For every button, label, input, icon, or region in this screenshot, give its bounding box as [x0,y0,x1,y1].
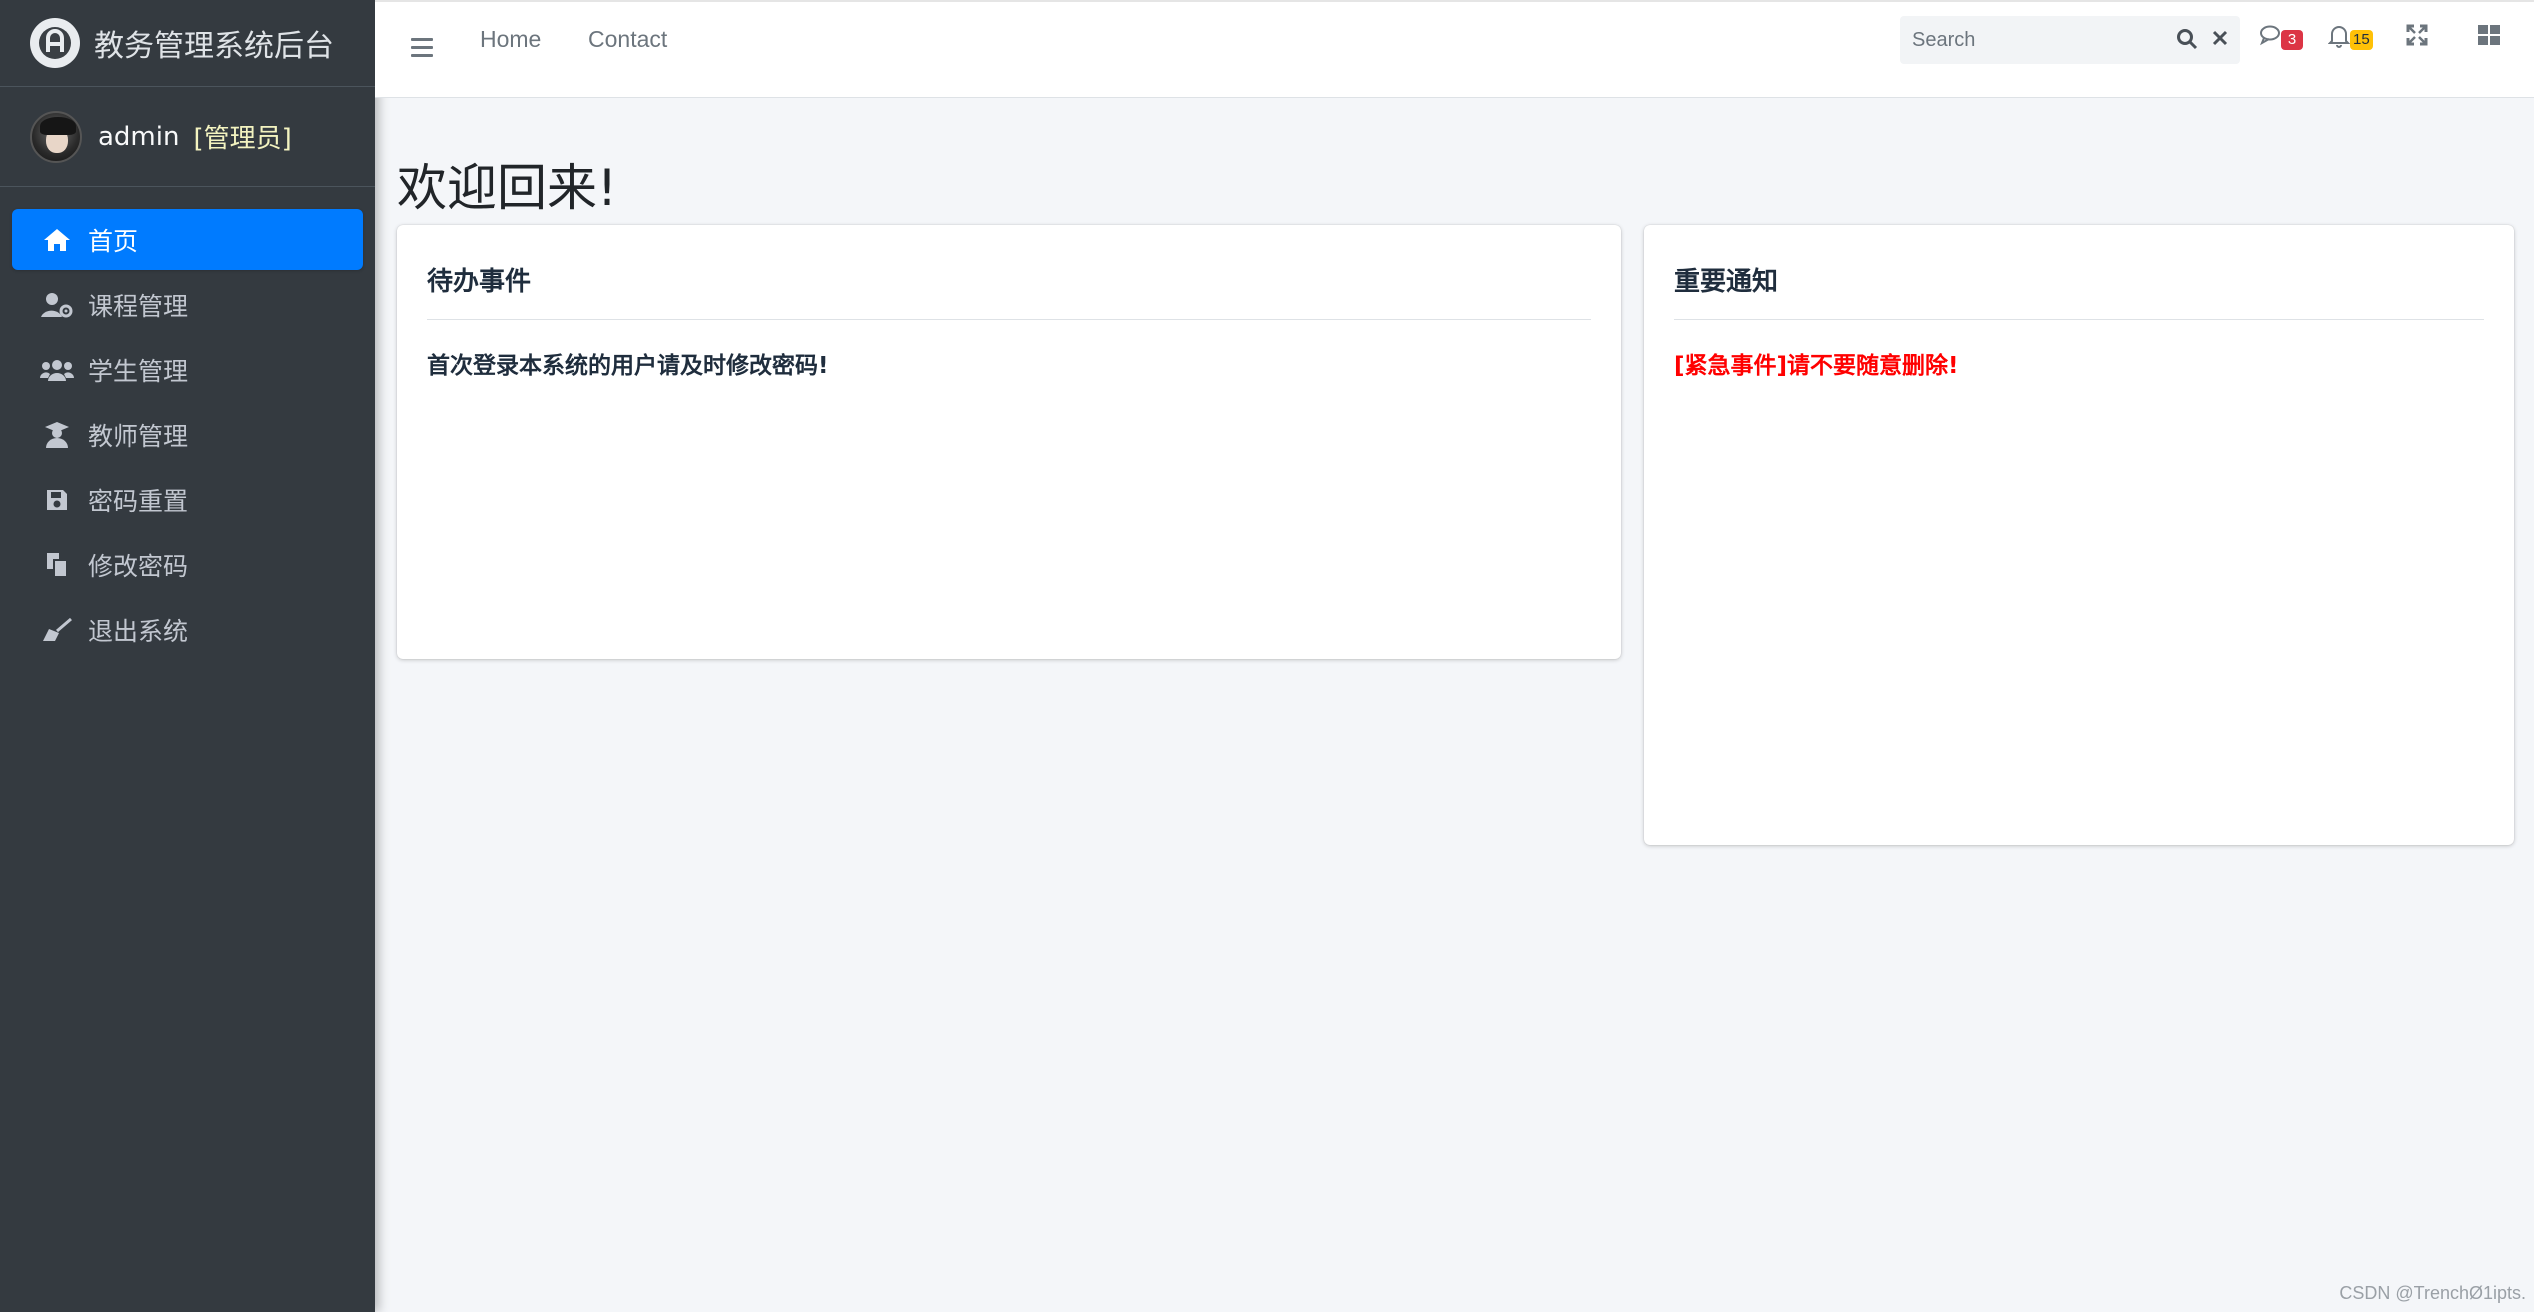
search-input[interactable] [1900,28,2160,52]
card-header: 重要通知 [1674,225,2484,320]
card-title: 待办事件 [427,266,532,297]
page-title: 欢迎回来! [397,159,618,217]
broom-icon [40,615,74,645]
grid-icon [2477,25,2501,50]
sidebar-item-password-reset[interactable]: 密码重置 [12,469,363,530]
control-sidebar-button[interactable] [2477,24,2517,58]
sidebar-item-course-management[interactable]: 课程管理 [12,274,363,335]
sidebar-item-label: 教师管理 [88,421,189,451]
sidebar-item-teacher-management[interactable]: 教师管理 [12,404,363,465]
card-text: 首次登录本系统的用户请及时修改密码! [427,353,829,379]
card-title: 重要通知 [1674,266,1779,297]
sidebar-item-label: 密码重置 [88,486,189,516]
sidebar-item-home[interactable]: 首页 [12,209,363,270]
notice-card: 重要通知 [紧急事件]请不要随意删除! [1644,225,2514,845]
search-box [1900,16,2240,64]
brand-title: 教务管理系统后台 [94,29,334,64]
close-icon[interactable] [2210,28,2234,52]
sidebar-item-student-management[interactable]: 学生管理 [12,339,363,400]
sidebar-item-label: 学生管理 [88,356,189,386]
notifications-button[interactable]: 15 [2327,24,2373,58]
nav-link-contact[interactable]: Contact [588,26,667,53]
watermark: CSDN @TrenchØ1ipts. [2339,1283,2526,1303]
save-icon [40,485,74,515]
bell-icon [2327,26,2351,52]
card-header: 待办事件 [427,225,1591,320]
user-name: admin [98,121,180,152]
todo-card: 待办事件 首次登录本系统的用户请及时修改密码! [397,225,1621,659]
urgent-notice-text: [紧急事件]请不要随意删除! [1674,353,1959,379]
nav-link-home[interactable]: Home [480,26,541,53]
top-navbar: Home Contact 3 15 [375,0,2534,98]
sidebar: 教务管理系统后台 admin [管理员] 首页 课程管理 学生管理 教师管理 密… [0,0,375,1312]
avatar [30,110,82,163]
home-icon [40,225,74,255]
sidebar-item-change-password[interactable]: 修改密码 [12,534,363,595]
fullscreen-button[interactable] [2406,24,2446,58]
teacher-icon [40,420,74,450]
user-role: [管理员] [193,124,292,154]
sidebar-item-logout[interactable]: 退出系统 [12,599,363,660]
notifications-count-badge: 15 [2350,30,2373,50]
sidebar-item-label: 课程管理 [88,291,189,321]
brand-link[interactable]: 教务管理系统后台 [0,0,375,87]
menu-toggle-icon[interactable] [411,32,441,62]
copy-icon [40,550,74,580]
search-icon[interactable] [2176,28,2200,52]
brand-logo-icon [30,18,80,68]
users-icon [40,355,74,385]
user-gear-icon [40,290,74,320]
messages-count-badge: 3 [2281,30,2303,50]
sidebar-nav: 首页 课程管理 学生管理 教师管理 密码重置 修改密码 退出系统 [0,187,375,660]
user-panel[interactable]: admin [管理员] [0,87,375,187]
sidebar-item-label: 退出系统 [88,616,189,646]
sidebar-item-label: 首页 [88,226,139,256]
expand-arrows-icon [2406,24,2428,50]
messages-button[interactable]: 3 [2259,24,2303,58]
sidebar-item-label: 修改密码 [88,551,189,581]
